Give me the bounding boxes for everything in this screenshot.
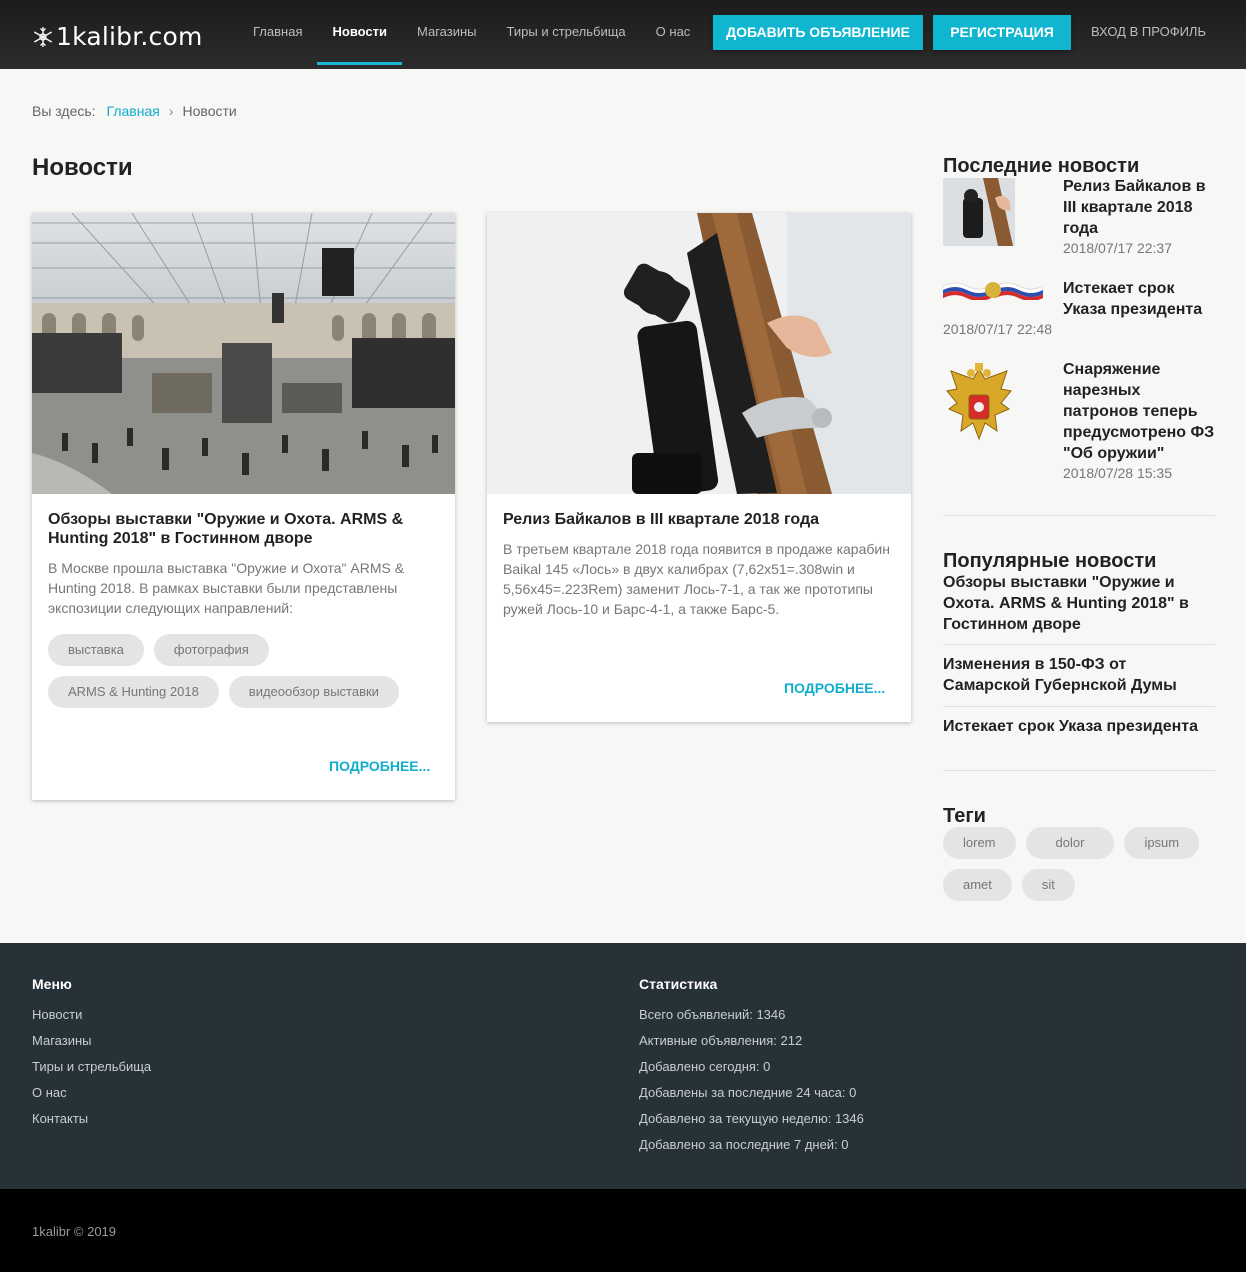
exhibition-hall-image[interactable]	[32, 213, 455, 494]
divider	[943, 706, 1215, 707]
footer-link-ranges[interactable]: Тиры и стрельбища	[32, 1059, 151, 1085]
popular-news-item[interactable]: Обзоры выставки "Оружие и Охота. ARMS & …	[943, 572, 1215, 635]
latest-news-item[interactable]: Релиз Байкалов в III квартале 2018 года …	[943, 176, 1215, 256]
latest-news-item[interactable]: Истекает срок Указа президента 2018/07/1…	[943, 278, 1215, 337]
nav-news[interactable]: Новости	[317, 0, 402, 69]
stat-added-today: Добавлено сегодня: 0	[639, 1059, 771, 1074]
footer-menu-heading: Меню	[32, 976, 72, 992]
tag-chip[interactable]: выставка	[48, 634, 144, 666]
tag-chip[interactable]: фотография	[153, 634, 269, 666]
news-card-title[interactable]: Обзоры выставки "Оружие и Охота. ARMS & …	[48, 510, 439, 548]
site-logo[interactable]: 1kalibr.com	[32, 22, 203, 51]
copyright-text: 1kalibr © 2019	[32, 1224, 117, 1239]
divider	[943, 644, 1215, 645]
divider	[943, 515, 1215, 516]
footer-link-news[interactable]: Новости	[32, 1007, 151, 1033]
rifle-scope-image[interactable]	[487, 213, 911, 494]
footer-link-about[interactable]: О нас	[32, 1085, 151, 1111]
breadcrumb: Вы здесь: Главная › Новости	[32, 103, 237, 119]
footer-link-contacts[interactable]: Контакты	[32, 1111, 151, 1137]
breadcrumb-home-link[interactable]: Главная	[107, 103, 160, 119]
footer-link-shops[interactable]: Магазины	[32, 1033, 151, 1059]
main-nav: Главная Новости Магазины Тиры и стрельби…	[238, 0, 705, 69]
latest-news-heading: Последние новости	[943, 155, 1140, 177]
stat-active-ads: Активные объявления: 212	[639, 1033, 803, 1048]
popular-news-item[interactable]: Изменения в 150-ФЗ от Самарской Губернск…	[943, 654, 1215, 696]
news-card-title[interactable]: Релиз Байкалов в III квартале 2018 года	[503, 510, 895, 529]
footer-stats-heading: Статистика	[639, 976, 718, 992]
page-title: Новости	[32, 154, 133, 181]
latest-news-item[interactable]: Снаряжение нарезных патронов теперь пред…	[943, 359, 1215, 481]
news-thumbnail	[943, 178, 1015, 246]
copyright-bar: 1kalibr © 2019	[0, 1189, 1246, 1272]
nav-home[interactable]: Главная	[238, 0, 317, 69]
tag-chip[interactable]: видеообзор выставки	[228, 676, 399, 708]
stat-total-ads: Всего объявлений: 1346	[639, 1007, 786, 1022]
popular-news-item[interactable]: Истекает срок Указа президента	[943, 716, 1215, 737]
news-card: Обзоры выставки "Оружие и Охота. ARMS & …	[32, 213, 455, 800]
popular-news-heading: Популярные новости	[943, 550, 1157, 572]
nav-ranges[interactable]: Тиры и стрельбища	[492, 0, 641, 69]
tag-chip[interactable]: ipsum	[1124, 827, 1200, 859]
read-more-link[interactable]: ПОДРОБНЕЕ...	[329, 758, 430, 774]
tags-heading: Теги	[943, 805, 986, 827]
add-ad-button[interactable]: ДОБАВИТЬ ОБЪЯВЛЕНИЕ	[713, 15, 923, 50]
breadcrumb-current: Новости	[182, 103, 237, 119]
news-card-tags: выставка фотография ARMS & Hunting 2018 …	[48, 634, 439, 708]
read-more-link[interactable]: ПОДРОБНЕЕ...	[784, 680, 885, 696]
breadcrumb-prefix: Вы здесь:	[32, 103, 96, 119]
tag-chip[interactable]: ARMS & Hunting 2018	[48, 676, 219, 708]
breadcrumb-separator: ›	[168, 103, 174, 119]
logo-text: 1kalibr.com	[56, 22, 203, 51]
stat-added-week: Добавлено за текущую неделю: 1346	[639, 1111, 864, 1126]
login-link[interactable]: ВХОД В ПРОФИЛЬ	[1091, 0, 1206, 64]
nav-shops[interactable]: Магазины	[402, 0, 492, 69]
news-card-excerpt: В Москве прошла выставка "Оружие и Охота…	[48, 560, 405, 616]
register-button[interactable]: РЕГИСТРАЦИЯ	[933, 15, 1071, 50]
tag-cloud: lorem dolor ipsum amet sit	[943, 827, 1215, 901]
stat-added-7days: Добавлено за последние 7 дней: 0	[639, 1137, 849, 1152]
footer-stats: Всего объявлений: 1346 Активные объявлен…	[639, 1007, 864, 1163]
tag-chip[interactable]: sit	[1021, 869, 1075, 901]
site-footer: Меню Новости Магазины Тиры и стрельбища …	[0, 943, 1246, 1189]
tag-chip[interactable]: lorem	[943, 827, 1016, 859]
coat-of-arms-image	[946, 363, 1012, 441]
tag-chip[interactable]: dolor	[1025, 827, 1115, 859]
latest-news-date: 2018/07/17 22:48	[943, 321, 1052, 337]
flag-banner-image	[943, 282, 1043, 300]
news-card-excerpt: В третьем квартале 2018 года появится в …	[503, 541, 890, 617]
stat-added-24h: Добавлены за последние 24 часа: 0	[639, 1085, 857, 1100]
divider	[943, 770, 1215, 771]
footer-menu: Новости Магазины Тиры и стрельбища О нас…	[32, 1007, 151, 1137]
site-header: 1kalibr.com Главная Новости Магазины Тир…	[0, 0, 1246, 69]
nav-about[interactable]: О нас	[641, 0, 706, 69]
tag-chip[interactable]: amet	[943, 869, 1012, 901]
news-card: Релиз Байкалов в III квартале 2018 года …	[487, 213, 911, 722]
snowflake-icon	[33, 26, 53, 47]
